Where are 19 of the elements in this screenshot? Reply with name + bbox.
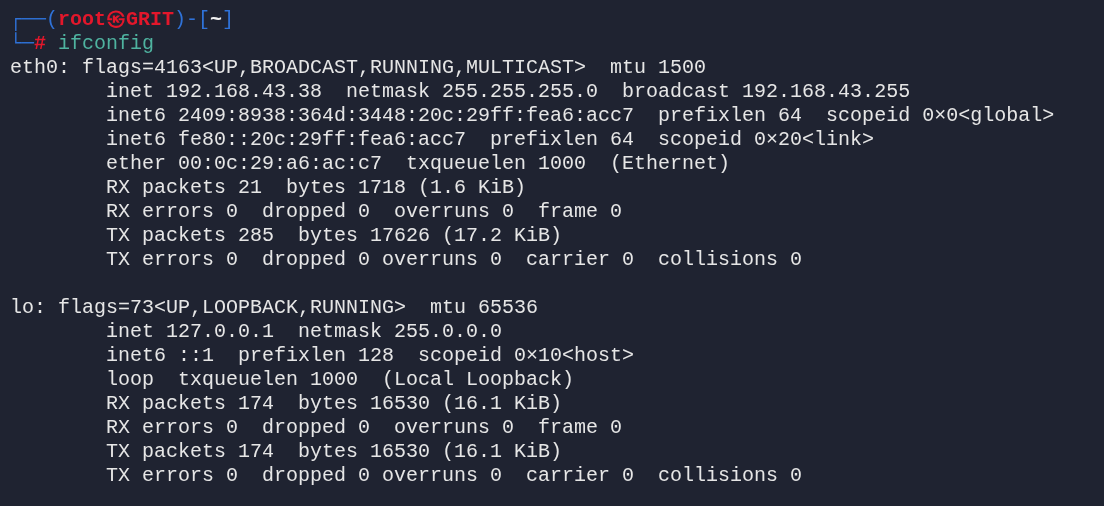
output-line: TX packets 285 bytes 17626 (17.2 KiB) [106,224,563,248]
prompt-line: ┌──(root㉿GRIT)-[~] [10,8,235,32]
output-line: inet6 2409:8938:364d:3448:20c:29ff:fea6:acc7 prefixlen 64 scopeid 0×0<global> [106,104,1055,128]
output-line: eth0: flags=4163<UP,BROADCAST,RUNNING,MULTICAST> mtu 1500 [10,56,707,80]
output-line: inet6 ::1 prefixlen 128 scopeid 0×10<host> [106,344,635,368]
output-line: inet 192.168.43.38 netmask 255.255.255.0 broadcast 192.168.43.255 [106,80,911,104]
prompt-line: └─# ifconfig [10,32,155,56]
output-line: TX errors 0 dropped 0 overruns 0 carrier 0 collisions 0 [106,248,803,272]
output-line: TX errors 0 dropped 0 overruns 0 carrier 0 collisions 0 [106,464,803,488]
output-line: RX packets 174 bytes 16530 (16.1 KiB) [106,392,563,416]
output-line: inet 127.0.0.1 netmask 255.0.0.0 [106,320,503,344]
output-line: loop txqueuelen 1000 (Local Loopback) [106,368,575,392]
output-line: RX errors 0 dropped 0 overruns 0 frame 0 [106,416,623,440]
output-line: ether 00:0c:29:a6:ac:c7 txqueuelen 1000 (Ethernet) [106,152,731,176]
output-line: RX packets 21 bytes 1718 (1.6 KiB) [106,176,527,200]
output-line: inet6 fe80::20c:29ff:fea6:acc7 prefixlen 64 scopeid 0×20<link> [106,128,875,152]
output-line: lo: flags=73<UP,LOOPBACK,RUNNING> mtu 65536 [10,296,539,320]
output-line: RX errors 0 dropped 0 overruns 0 frame 0 [106,200,623,224]
output-line: TX packets 174 bytes 16530 (16.1 KiB) [106,440,563,464]
